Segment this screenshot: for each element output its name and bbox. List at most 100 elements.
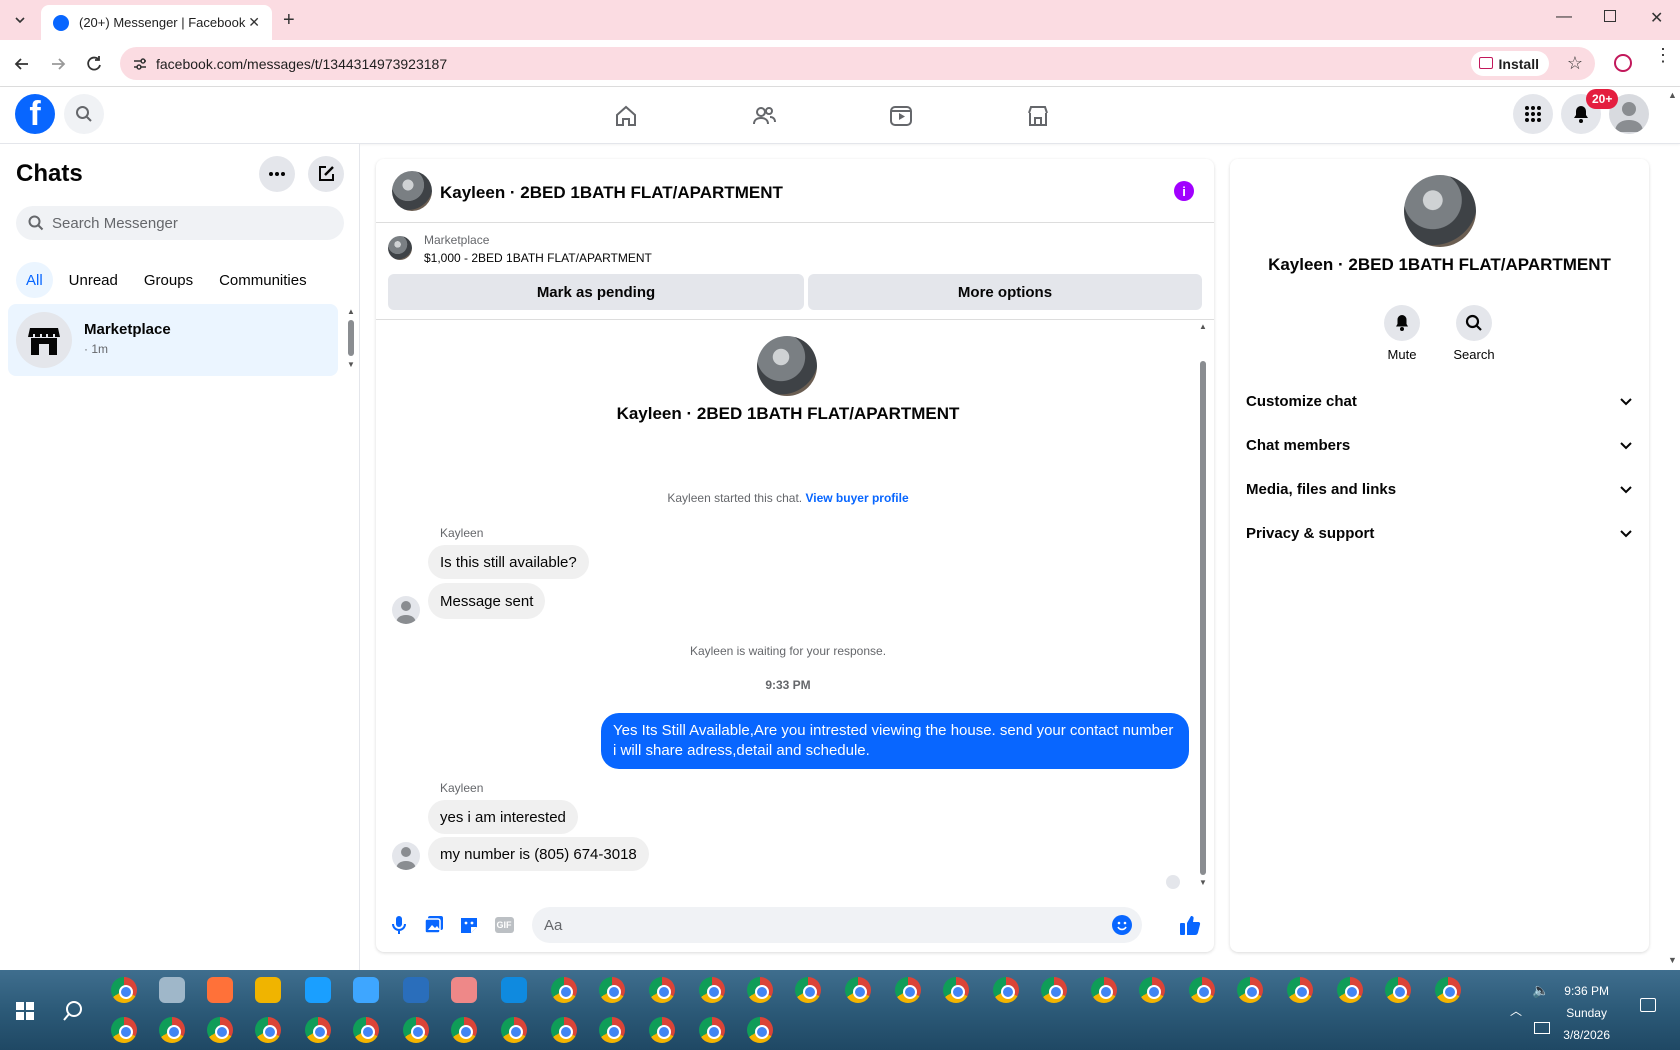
reload-icon[interactable] <box>84 54 104 74</box>
taskbar-app-icon[interactable] <box>943 977 969 1003</box>
listing-thumbnail[interactable] <box>392 171 432 211</box>
taskbar-app-icon[interactable] <box>1139 977 1165 1003</box>
page-scroll-up-icon[interactable]: ▲ <box>1668 90 1677 100</box>
site-info-icon[interactable] <box>132 56 148 72</box>
taskbar-app-icon[interactable] <box>649 977 675 1003</box>
taskbar-app-icon[interactable] <box>845 977 871 1003</box>
taskbar-app-icon[interactable] <box>993 977 1019 1003</box>
kayleen-avatar[interactable] <box>392 596 420 624</box>
microphone-icon[interactable] <box>388 914 410 936</box>
taskbar-search-icon[interactable] <box>62 1000 84 1022</box>
taskbar-app-icon[interactable] <box>1091 977 1117 1003</box>
forward-icon[interactable] <box>48 54 68 74</box>
incoming-message[interactable]: yes i am interested <box>428 800 578 834</box>
search-facebook-button[interactable] <box>64 94 104 134</box>
taskbar-app-icon[interactable] <box>159 1017 185 1043</box>
taskbar-app-icon[interactable] <box>747 1017 773 1043</box>
taskbar-app-icon[interactable] <box>353 977 379 1003</box>
taskbar-app-icon[interactable] <box>1189 977 1215 1003</box>
customize-chat-section[interactable]: Customize chat <box>1246 381 1633 421</box>
taskbar-app-icon[interactable] <box>1435 977 1461 1003</box>
thread-scroll-up-icon[interactable]: ▲ <box>1199 322 1207 331</box>
taskbar-app-icon[interactable] <box>699 977 725 1003</box>
thread-scroll-down-icon[interactable]: ▼ <box>1199 878 1207 887</box>
gif-icon[interactable]: GIF <box>493 914 515 936</box>
taskbar-app-icon[interactable] <box>451 1017 477 1043</box>
taskbar-app-icon[interactable] <box>795 977 821 1003</box>
incoming-message[interactable]: my number is (805) 674-3018 <box>428 837 649 871</box>
taskbar-app-icon[interactable] <box>699 1017 725 1043</box>
search-conversation-button[interactable]: Search <box>1444 305 1504 362</box>
new-tab-icon[interactable]: + <box>283 9 295 32</box>
taskbar-app-icon[interactable] <box>895 977 921 1003</box>
close-tab-icon[interactable]: ✕ <box>248 14 260 31</box>
incoming-message[interactable]: Message sent <box>428 583 546 619</box>
taskbar-app-icon[interactable] <box>111 1017 137 1043</box>
view-buyer-profile-link[interactable]: View buyer profile <box>805 491 908 505</box>
taskbar-app-icon[interactable] <box>1385 977 1411 1003</box>
taskbar-clock[interactable]: 9:36 PM Sunday 3/8/2026 <box>1563 980 1610 1046</box>
kayleen-avatar[interactable] <box>392 842 420 870</box>
tray-chevron-icon[interactable]: ︿ <box>1510 1002 1522 1019</box>
sidebar-scrollbar[interactable] <box>348 320 354 356</box>
taskbar-app-icon[interactable] <box>403 1017 429 1043</box>
taskbar-app-icon[interactable] <box>353 1017 379 1043</box>
new-message-button[interactable] <box>308 156 344 192</box>
taskbar-app-icon[interactable] <box>1041 977 1067 1003</box>
taskbar-app-icon[interactable] <box>451 977 477 1003</box>
taskbar-app-icon[interactable] <box>747 977 773 1003</box>
taskbar-app-icon[interactable] <box>255 1017 281 1043</box>
filter-communities[interactable]: Communities <box>209 262 317 298</box>
taskbar-app-icon[interactable] <box>1337 977 1363 1003</box>
conversation-marketplace[interactable]: Marketplace · 1m <box>8 304 338 376</box>
restore-icon[interactable] <box>1604 10 1616 22</box>
page-scroll-down-icon[interactable]: ▼ <box>1668 955 1677 965</box>
home-nav-icon[interactable] <box>606 97 646 135</box>
taskbar-app-icon[interactable] <box>649 1017 675 1043</box>
chats-options-button[interactable] <box>259 156 295 192</box>
taskbar-app-icon[interactable] <box>599 977 625 1003</box>
like-thumbs-up-icon[interactable] <box>1179 914 1201 936</box>
taskbar-app-icon[interactable] <box>1237 977 1263 1003</box>
sidebar-scroll-down-icon[interactable]: ▼ <box>347 360 355 369</box>
sticker-icon[interactable] <box>458 914 480 936</box>
bookmark-star-icon[interactable]: ☆ <box>1567 53 1583 74</box>
info-icon[interactable]: i <box>1174 181 1194 201</box>
more-options-button[interactable]: More options <box>808 274 1202 310</box>
windows-start-icon[interactable] <box>16 1002 34 1020</box>
taskbar-app-icon[interactable] <box>501 1017 527 1043</box>
url-bar[interactable]: facebook.com/messages/t/1344314973923187… <box>120 47 1595 80</box>
friends-nav-icon[interactable] <box>744 97 784 135</box>
tab-list-chevron-icon[interactable] <box>12 12 28 28</box>
taskbar-app-icon[interactable] <box>255 977 281 1003</box>
emoji-icon[interactable] <box>1112 915 1132 935</box>
incoming-message[interactable]: Is this still available? <box>428 545 589 579</box>
profile-icon[interactable] <box>1614 54 1632 72</box>
menu-grid-button[interactable] <box>1513 94 1553 134</box>
info-listing-photo[interactable] <box>1404 175 1476 247</box>
sidebar-scroll-up-icon[interactable]: ▲ <box>347 307 355 316</box>
back-icon[interactable] <box>12 54 32 74</box>
photo-icon[interactable] <box>423 914 445 936</box>
network-icon[interactable] <box>1534 1022 1550 1034</box>
taskbar-app-icon[interactable] <box>551 977 577 1003</box>
chat-members-section[interactable]: Chat members <box>1246 425 1633 465</box>
filter-groups[interactable]: Groups <box>134 262 203 298</box>
taskbar-app-icon[interactable] <box>1287 977 1313 1003</box>
minimize-icon[interactable]: — <box>1556 8 1572 26</box>
facebook-logo-icon[interactable]: f <box>15 94 55 134</box>
video-nav-icon[interactable] <box>881 97 921 135</box>
taskbar-app-icon[interactable] <box>207 1017 233 1043</box>
taskbar-app-icon[interactable] <box>159 977 185 1003</box>
filter-all[interactable]: All <box>16 262 53 298</box>
close-window-icon[interactable]: ✕ <box>1650 8 1663 28</box>
filter-unread[interactable]: Unread <box>59 262 128 298</box>
mark-as-pending-button[interactable]: Mark as pending <box>388 274 804 310</box>
privacy-support-section[interactable]: Privacy & support <box>1246 513 1633 553</box>
browser-tab[interactable]: (20+) Messenger | Facebook ✕ <box>41 5 272 40</box>
media-files-links-section[interactable]: Media, files and links <box>1246 469 1633 509</box>
install-app-button[interactable]: Install <box>1470 51 1549 76</box>
search-messenger-input[interactable]: Search Messenger <box>16 206 344 240</box>
thread-scrollbar[interactable] <box>1200 361 1206 875</box>
taskbar-app-icon[interactable] <box>551 1017 577 1043</box>
